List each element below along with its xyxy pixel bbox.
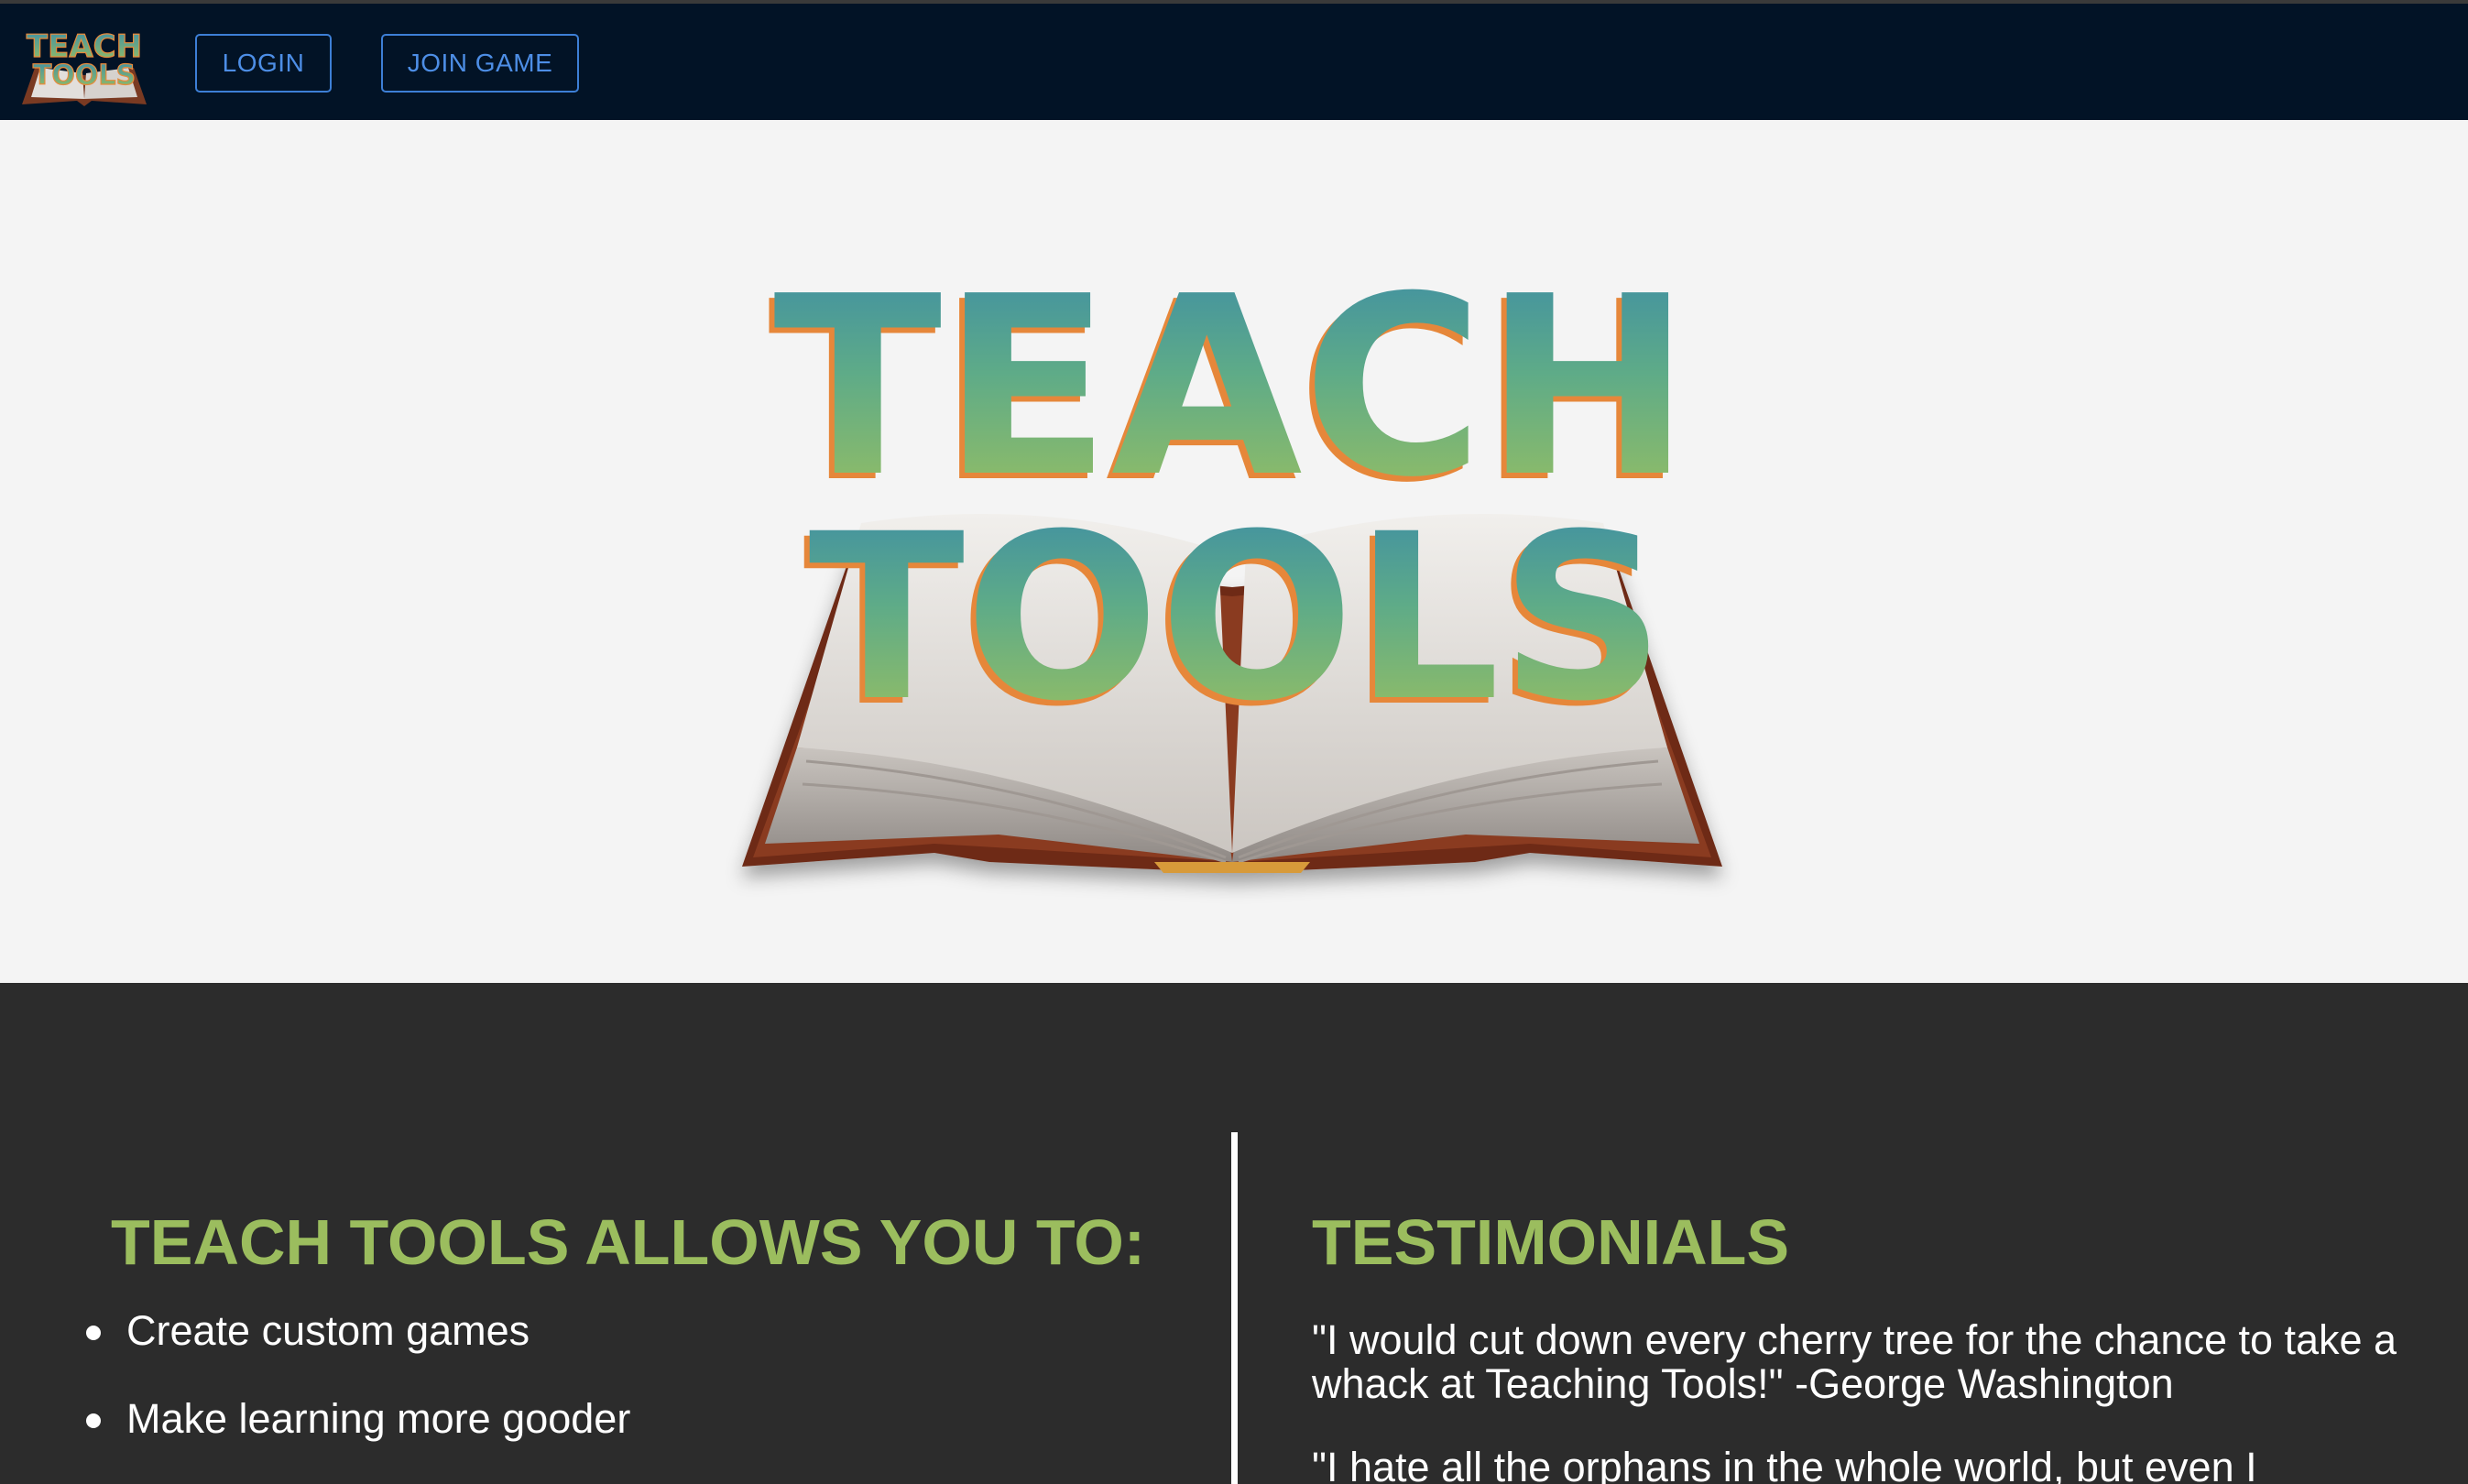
teach-tools-logo: TEACH TEACH TOOLS TOOLS [742, 243, 1722, 873]
testimonial-quote: "I hate all the orphans in the whole wor… [1312, 1444, 2257, 1484]
features-list: Create custom games Make learning more g… [82, 1305, 630, 1481]
bullet-icon [86, 1326, 101, 1340]
join-game-button[interactable]: JOIN GAME [381, 34, 579, 93]
top-navbar: TEACH TOOLS LOGIN JOIN GAME [0, 0, 2468, 120]
svg-text:TOOLS: TOOLS [33, 60, 136, 92]
testimonial-quote: "I would cut down every cherry tree for … [1312, 1316, 2397, 1407]
hero-logo-line2: TOOLS [809, 485, 1665, 751]
teach-tools-logo-small[interactable]: TEACH TOOLS [18, 20, 150, 110]
feature-text: Make learning more gooder [126, 1395, 631, 1442]
bullet-icon [86, 1413, 101, 1428]
testimonials-heading: TESTIMONIALS [1312, 1206, 1790, 1278]
hero-section: TEACH TEACH TOOLS TOOLS [0, 120, 2468, 983]
feature-text: Create custom games [126, 1307, 530, 1354]
list-item: Create custom games [82, 1305, 630, 1393]
info-section: TEACH TOOLS ALLOWS YOU TO: Create custom… [0, 983, 2468, 1484]
features-heading: TEACH TOOLS ALLOWS YOU TO: [111, 1206, 1146, 1278]
list-item: Make learning more gooder [82, 1393, 630, 1481]
login-button[interactable]: LOGIN [195, 34, 332, 93]
column-divider [1231, 1132, 1238, 1484]
